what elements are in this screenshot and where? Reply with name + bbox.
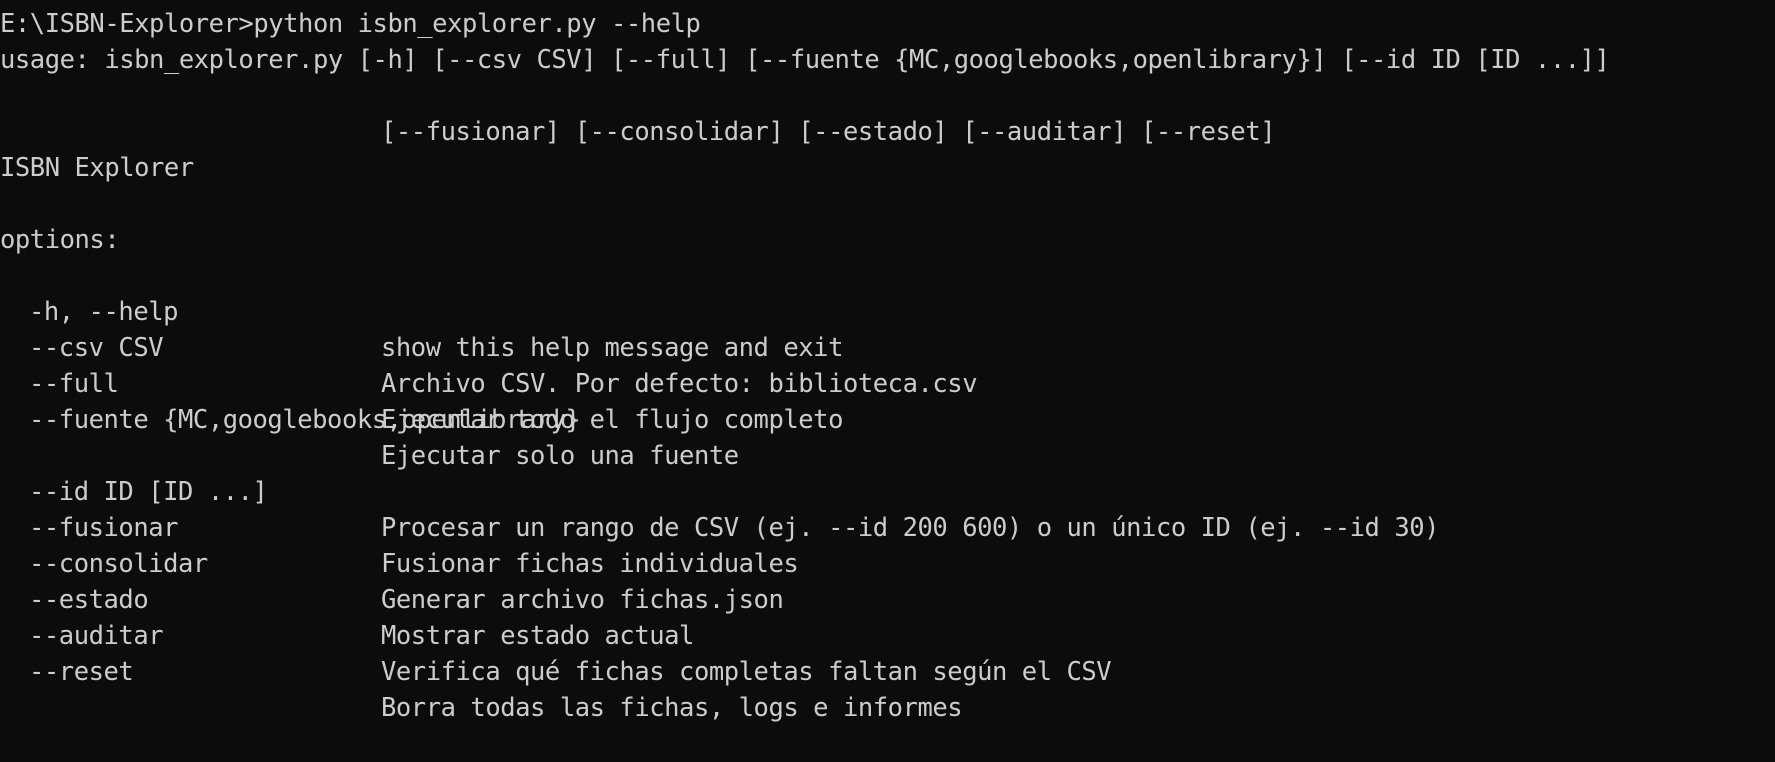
- options-header: options:: [0, 225, 120, 255]
- option-description: Ejecutar solo una fuente: [381, 441, 739, 471]
- option-flag: --fuente {MC,googlebooks,openlibrary}: [29, 405, 581, 435]
- option-row-id: --id ID [ID ...] Procesar un rango de CS…: [0, 438, 1440, 543]
- option-row-fuente: --fuente {MC,googlebooks,openlibrary}: [0, 366, 581, 435]
- usage-line-1: usage: isbn_explorer.py [-h] [--csv CSV]…: [0, 45, 1610, 75]
- option-description: Borra todas las fichas, logs e informes: [381, 693, 963, 723]
- usage-line-2-text: [--fusionar] [--consolidar] [--estado] […: [381, 117, 1276, 147]
- option-row-auditar: --auditar Verifica qué fichas completas …: [0, 582, 1112, 687]
- option-flag: --id ID [ID ...]: [29, 477, 268, 507]
- terminal-window[interactable]: E:\ISBN-Explorer>python isbn_explorer.py…: [0, 0, 1775, 723]
- option-description: Generar archivo fichas.json: [381, 585, 784, 615]
- option-description: Mostrar estado actual: [381, 621, 694, 651]
- option-row-reset: --reset Borra todas las fichas, logs e i…: [0, 618, 963, 723]
- option-row-fuente-desc: Ejecutar solo una fuente: [0, 402, 739, 471]
- prompt-command-line: E:\ISBN-Explorer>python isbn_explorer.py…: [0, 9, 701, 39]
- program-description: ISBN Explorer: [0, 153, 194, 183]
- option-row-estado: --estado Mostrar estado actual: [0, 546, 694, 651]
- option-row-full: --full Ejecutar todo el flujo completo: [0, 330, 843, 435]
- option-row-csv: --csv CSV Archivo CSV. Por defecto: bibl…: [0, 294, 978, 399]
- option-row-fusionar: --fusionar Fusionar fichas individuales: [0, 474, 799, 579]
- option-description: show this help message and exit: [381, 333, 843, 363]
- option-description: Fusionar fichas individuales: [381, 549, 799, 579]
- option-flag: --reset: [29, 657, 134, 687]
- option-row-consolidar: --consolidar Generar archivo fichas.json: [0, 510, 784, 615]
- option-row-help: -h, --help show this help message and ex…: [0, 258, 843, 363]
- option-description: Verifica qué fichas completas faltan seg…: [381, 657, 1112, 687]
- option-description: Archivo CSV. Por defecto: biblioteca.csv: [381, 369, 978, 399]
- option-description: Procesar un rango de CSV (ej. --id 200 6…: [381, 513, 1440, 543]
- usage-line-2: [--fusionar] [--consolidar] [--estado] […: [0, 78, 1276, 147]
